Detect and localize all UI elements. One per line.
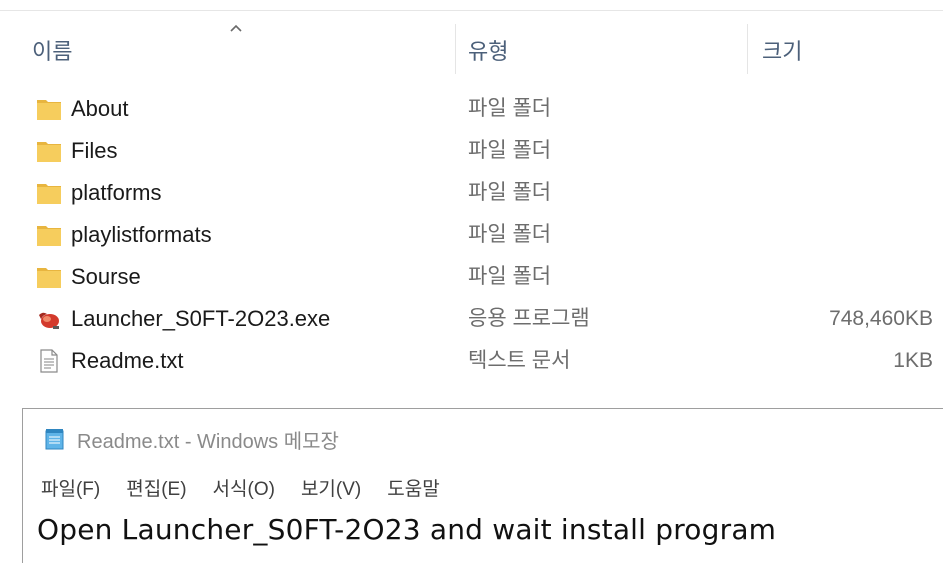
- menu-help[interactable]: 도움말: [387, 474, 439, 501]
- file-type: 응용 프로그램: [468, 307, 590, 330]
- file-row-playlistformats[interactable]: playlistformats 파일 폴더: [0, 214, 943, 256]
- folder-icon: [37, 268, 61, 288]
- notepad-title: Readme.txt - Windows 메모장: [77, 430, 339, 453]
- menu-view[interactable]: 보기(V): [301, 474, 361, 501]
- file-name: Readme.txt: [71, 348, 184, 373]
- file-type: 텍스트 문서: [468, 349, 571, 372]
- file-row-about[interactable]: About 파일 폴더: [0, 88, 943, 130]
- menu-edit[interactable]: 편집(E): [126, 474, 186, 501]
- text-file-icon: [40, 349, 58, 373]
- file-name: platforms: [71, 180, 162, 205]
- column-header-type-label: 유형: [468, 39, 509, 64]
- file-size: 1KB: [893, 349, 933, 372]
- folder-icon: [37, 100, 61, 120]
- file-size: 748,460KB: [829, 307, 933, 330]
- file-row-files[interactable]: Files 파일 폴더: [0, 130, 943, 172]
- folder-icon: [37, 226, 61, 246]
- file-row-sourse[interactable]: Sourse 파일 폴더: [0, 256, 943, 298]
- folder-icon: [37, 184, 61, 204]
- column-header-size-label: 크기: [762, 39, 803, 64]
- file-type: 파일 폴더: [468, 181, 552, 204]
- file-name: Files: [71, 138, 118, 163]
- notepad-window: Readme.txt - Windows 메모장 파일(F) 편집(E) 서식(…: [22, 408, 943, 563]
- column-divider[interactable]: [747, 24, 748, 74]
- file-type: 파일 폴더: [468, 265, 552, 288]
- file-row-platforms[interactable]: platforms 파일 폴더: [0, 172, 943, 214]
- column-header-size[interactable]: 크기: [762, 22, 922, 78]
- column-header-name-label: 이름: [32, 39, 73, 64]
- file-row-launcher-exe[interactable]: Launcher_S0FT-2O23.exe 응용 프로그램 748,460KB: [0, 298, 943, 340]
- file-list: About 파일 폴더 Files 파일 폴더 platforms 파일 폴더 …: [0, 88, 943, 382]
- notepad-text-area[interactable]: Open Launcher_S0FT-2O23 and wait install…: [37, 513, 776, 546]
- file-name: playlistformats: [71, 222, 212, 247]
- exe-app-icon: [39, 312, 59, 329]
- file-name: About: [71, 96, 129, 121]
- top-divider: [0, 10, 943, 11]
- notepad-icon: [45, 429, 64, 450]
- notepad-menu-bar: 파일(F) 편집(E) 서식(O) 보기(V) 도움말: [41, 471, 466, 503]
- column-header-type[interactable]: 유형: [468, 22, 748, 78]
- file-type: 파일 폴더: [468, 223, 552, 246]
- file-type: 파일 폴더: [468, 97, 552, 120]
- file-row-readme-txt[interactable]: Readme.txt 텍스트 문서 1KB: [0, 340, 943, 382]
- menu-format[interactable]: 서식(O): [213, 474, 275, 501]
- column-header-name[interactable]: 이름: [32, 22, 452, 78]
- file-name: Sourse: [71, 264, 141, 289]
- menu-file[interactable]: 파일(F): [41, 474, 100, 501]
- folder-icon: [37, 142, 61, 162]
- notepad-title-bar[interactable]: Readme.txt - Windows 메모장: [43, 421, 339, 457]
- file-type: 파일 폴더: [468, 139, 552, 162]
- column-divider[interactable]: [455, 24, 456, 74]
- file-name: Launcher_S0FT-2O23.exe: [71, 306, 331, 331]
